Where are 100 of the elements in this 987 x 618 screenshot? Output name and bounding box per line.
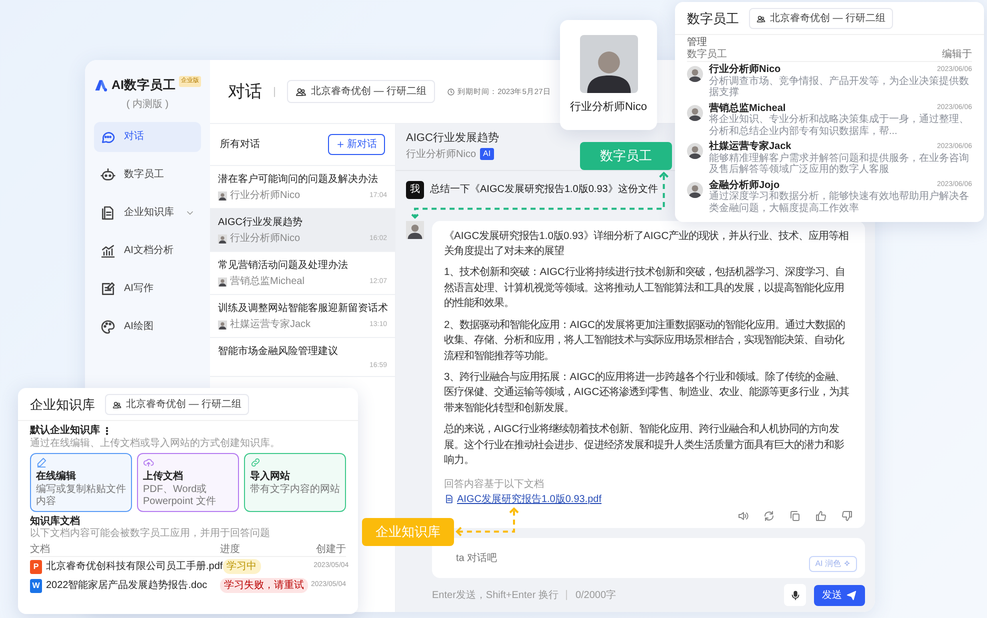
org-tag: 北京睿奇优创 — 行研二组 [105,394,249,415]
edit-icon [100,280,116,297]
robot-icon [100,166,116,183]
employee-name: 行业分析师Nico [709,64,781,76]
employee-description: 能够精准理解客户需求并解答问题和提供服务，在业务咨询及售后解答等领域广泛应用的数字人客服 [709,152,970,176]
microphone-button[interactable] [784,584,806,606]
answer-paragraph: 总的来说，AIGC行业将继续朝着技术创新、智能化应用、跨行业融合和人机协同的方向发展。这个行业在推动社会进步、促进经济发展和提升人类生活质量方面具有巨大的潜力和影响力。 [444,422,845,468]
cloud-upload-icon [143,457,154,468]
input-hint: Enter发送，Shift+Enter 换行 [432,588,558,602]
answer-paragraph: 《AIGC发展研究报告1.0版0.93》详细分析了AIGC产业的现状，并从行业、技术、应用等相关角度提出了对未来的展望 [444,229,850,259]
sidebar-item[interactable]: 企业知识库 [94,198,201,228]
column-header: 进度 [220,543,241,556]
copy-button[interactable] [789,510,801,522]
list-title: 所有对话 [220,138,260,152]
employee-name: 营销总监Micheal [709,102,786,114]
avatar-icon [687,66,703,82]
logo-icon [94,77,108,94]
section-description: 通过在线编辑、上传文档或导入网站的方式创建知识库。 [30,438,281,450]
thumbs-down-button[interactable] [841,510,853,522]
section-description: 以下文档内容可能会被数字员工应用，并用于回答问题 [30,528,271,540]
column-header: 数字员工 [687,49,727,61]
profile-name: 行业分析师Nico [570,100,647,115]
avatar-icon [687,104,703,120]
speaker-icon [737,510,749,522]
send-icon [846,590,857,600]
source-label: 回答内容基于以下文档 [444,478,544,492]
document-name: 2022智能家居产品发展趋势报告.doc [46,578,208,594]
refresh-button[interactable] [763,510,775,522]
employee-description: 通过深度学习和数据分析，能够快速有效地帮助用户解决各类金融问题，大幅度提高工作效率 [709,191,970,214]
edition-note: ( 内测版 ) [125,98,170,112]
avatar-icon [406,220,424,238]
page-title: 对话 [228,80,262,103]
section-title: 管理 [687,37,708,48]
thumbs-down-icon [841,510,853,522]
column-header: 文档 [30,543,51,556]
sidebar-item[interactable]: AI绘图 [94,312,201,342]
plus-icon [336,140,345,149]
file-icon [444,494,454,504]
document-icon [100,204,116,221]
group-icon [756,14,766,24]
avatar-icon [687,143,703,159]
employee-description: 分析调查市场、竞争情报、产品开发等，为企业决策提供数据支撑 [709,76,970,98]
status-badge: 学习中 [222,559,261,574]
clock-icon [446,88,455,96]
new-chat-button[interactable]: 新对话 [328,134,385,155]
column-header: 编辑于 [942,49,972,61]
file-type-icon: P [30,560,42,574]
section-title: 默认企业知识库 [30,425,100,438]
option-card[interactable]: 导入网站 带有文字内容的网站 [244,452,346,512]
employee-name: 金融分析师Jojo [709,180,780,190]
avatar-icon [218,320,227,330]
sidebar-item[interactable]: 对话 [94,122,201,152]
chat-title: AIGC行业发展趋势 [406,130,499,146]
org-tag: 北京睿奇优创 — 行研二组 [287,80,435,103]
dashed-arrow [456,507,519,537]
employee-name: 社媒运营专家Jack [709,141,792,152]
copy-icon [789,510,801,522]
section-title: 知识库文档 [30,516,80,528]
sidebar-item[interactable]: AI文档分析 [94,236,201,266]
source-file-link[interactable]: AIGC发展研究报告1.0版0.93.pdf [444,492,602,507]
photo-placeholder [580,34,638,93]
org-tag: 北京睿奇优创 — 行研二组 [749,8,893,29]
refresh-icon [763,510,775,522]
option-card[interactable]: 上传文档 PDF、Word或Powerpoint 文件 [137,452,239,512]
agent-name: 行业分析师Nico [406,148,476,162]
palette-icon [100,318,116,335]
sparkle-icon [843,560,851,568]
answer-paragraph: 2、数据驱动和智能化应用：AIGC的发展将更加注重数据驱动的智能化应用。通过大数据的收集、存储、分析和应用，将人工智能技术与实际应用场景相结合，实现智能决策、自动化流程和智能推荐等功能。 [444,318,846,364]
pencil-icon [36,457,47,468]
app-name: AI数字员工 [112,77,176,94]
ai-badge: AI [480,148,494,160]
thumbs-up-icon [815,510,827,522]
sidebar-item[interactable]: AI写作 [94,274,201,304]
column-header: 创建于 [315,543,346,556]
link-icon [250,457,261,468]
avatar-icon [687,182,703,198]
thumbs-up-button[interactable] [815,510,827,522]
panel-title: 数字员工 [687,10,739,28]
microphone-icon [790,590,800,600]
group-icon [295,86,307,98]
answer-paragraph: 1、技术创新和突破：AIGC行业将持续进行技术创新和突破，包括机器学习、深度学习、自然语言处理、计算机视觉等领域。这将推动人工智能算法和工具的发展，以提高智能化应用的性能和效果。 [444,265,846,312]
char-counter: 0/2000字 [575,588,616,602]
file-type-icon: W [30,578,42,593]
panel-title: 企业知识库 [30,396,95,414]
user-avatar: 我 [406,180,424,198]
sidebar-item[interactable]: 数字员工 [94,160,201,190]
document-name: 北京睿奇优创科技有限公司员工手册.pdf [46,560,223,574]
callout-label: 数字员工 [580,142,672,170]
option-card[interactable]: 在线编辑 编写或复制粘贴文件内容 [30,452,132,512]
avatar-icon [218,191,227,201]
send-button[interactable]: 发送 [814,584,865,606]
user-message: 总结一下《AIGC发展研究报告1.0版0.93》这份文件 [430,182,658,197]
group-icon [112,400,122,410]
avatar-icon [218,277,227,287]
speaker-button[interactable] [737,510,749,522]
callout-label: 企业知识库 [362,518,454,546]
status-badge: 学习失败，请重试 [220,578,308,594]
chart-icon [100,242,116,259]
avatar-icon [218,234,227,244]
employee-description: 将企业知识、专业分析和战略决策集成于一身，通过整理、分析和总结企业内部专有知识数据库，帮... [709,114,970,137]
